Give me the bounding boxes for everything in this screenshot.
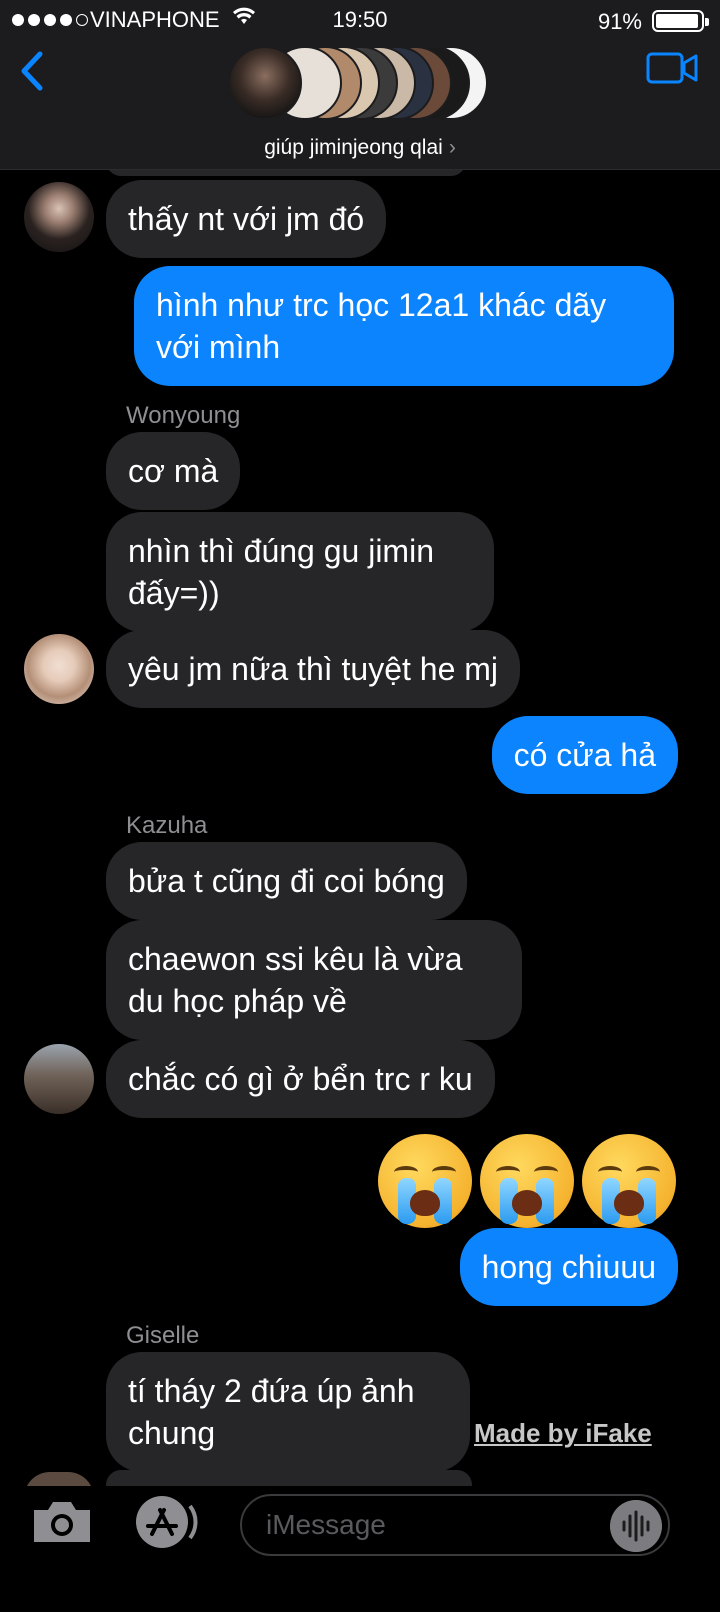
sender-name: Kazuha [126, 812, 208, 839]
group-name[interactable]: giúp jiminjeong qlai › [0, 136, 720, 160]
sender-name: Giselle [126, 1322, 200, 1349]
chevron-right-icon: › [448, 136, 456, 159]
audio-waveform-icon[interactable] [610, 1500, 662, 1552]
message-bubble[interactable]: bửa t cũng đi coi bóng [106, 842, 467, 920]
video-call-icon[interactable] [646, 52, 698, 84]
message-bubble[interactable]: chaewon ssi kêu là vừa du học pháp về [106, 920, 522, 1040]
message-bubble-outgoing[interactable]: hình như trc học 12a1 khác dãy với mình [134, 266, 674, 386]
battery-icon [652, 10, 709, 32]
message-input[interactable] [240, 1494, 670, 1556]
avatar [228, 46, 302, 120]
app-store-icon[interactable] [132, 1496, 200, 1548]
battery-percentage: 91% [597, 9, 642, 34]
message-bubble[interactable]: thấy nt với jm đó [106, 180, 387, 258]
avatar[interactable] [24, 1044, 94, 1114]
group-avatar-stack[interactable] [228, 46, 488, 120]
message-bubble[interactable]: cơ mà [106, 432, 241, 510]
emoji-message[interactable] [378, 1134, 676, 1228]
avatar[interactable] [24, 182, 94, 252]
loudly-crying-face-icon [480, 1134, 574, 1228]
message-bubble-outgoing[interactable]: hong chiuuu [459, 1228, 678, 1306]
message-bubble[interactable]: yêu jm nữa thì tuyệt he mj [106, 630, 521, 708]
loudly-crying-face-icon [378, 1134, 472, 1228]
back-chevron-icon[interactable] [14, 48, 50, 94]
message-bubble[interactable]: nhìn thì đúng gu jimin đấy=)) [106, 512, 494, 632]
conversation-header: VINAPHONE 19:50 91% giúp jiminjeong qlai… [0, 0, 720, 170]
message-bubble[interactable]: chắc có gì ở bển trc r ku [106, 1040, 495, 1118]
message-bubble-outgoing[interactable]: có cửa hả [491, 716, 678, 794]
message-bubble[interactable]: tí tháy 2 đứa úp ảnh chung [106, 1352, 470, 1472]
status-bar: VINAPHONE 19:50 91% [0, 0, 720, 40]
message-input-bar [0, 1486, 720, 1612]
avatar[interactable] [24, 634, 94, 704]
camera-icon[interactable] [30, 1498, 94, 1546]
watermark: Made by iFake [474, 1418, 652, 1448]
sender-name: Wonyoung [126, 402, 241, 429]
loudly-crying-face-icon [582, 1134, 676, 1228]
